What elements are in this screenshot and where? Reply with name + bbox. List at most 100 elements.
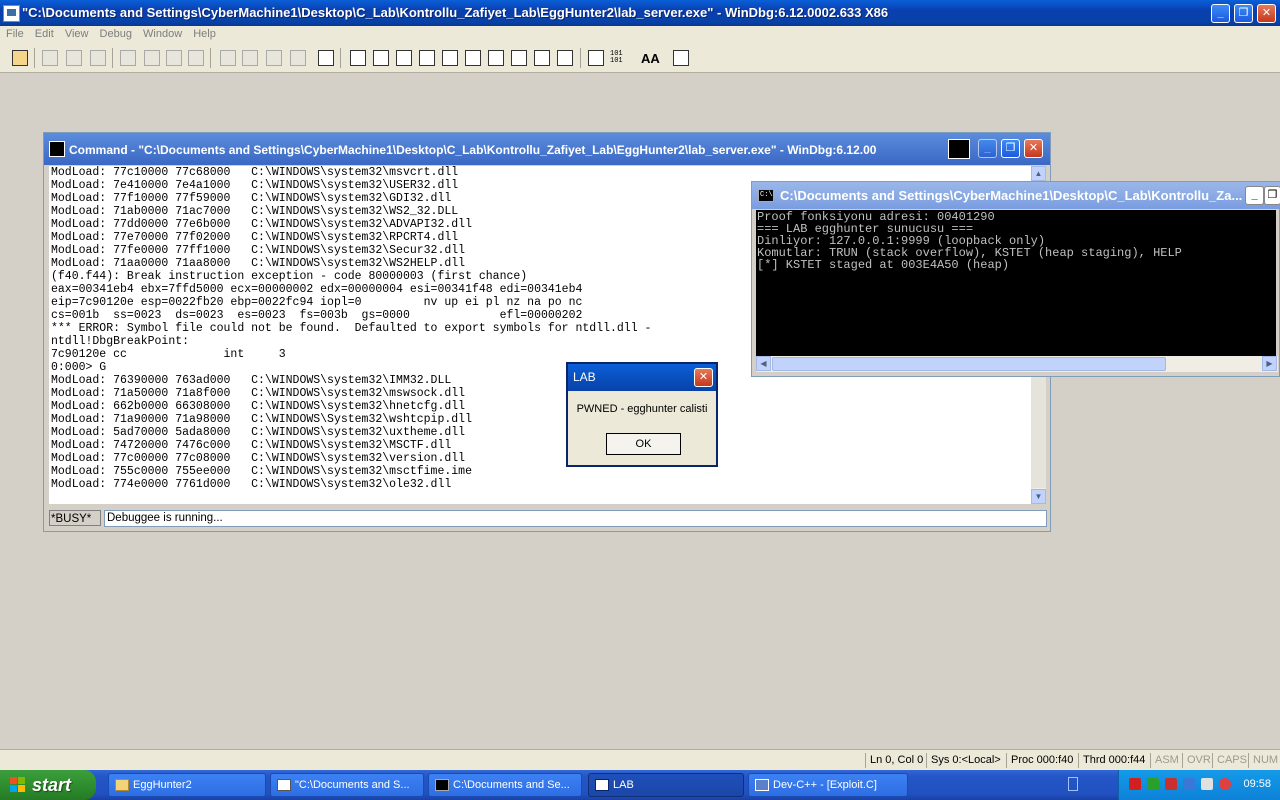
command-minimize-button[interactable]: _ [978,139,997,158]
console-minimize-button[interactable]: _ [1245,186,1264,205]
busy-indicator: *BUSY* [49,510,101,526]
registers-icon[interactable] [419,50,435,66]
status-caps: CAPS [1212,753,1247,768]
lab-dialog-title: LAB [573,370,596,384]
system-tray: 09:58 [1118,770,1280,800]
scroll-left-icon[interactable]: ◀ [756,356,771,371]
hand-icon[interactable] [318,50,334,66]
minimize-button[interactable]: _ [1211,4,1230,23]
watch-icon[interactable] [373,50,389,66]
status-line-column: Ln 0, Col 0 [865,753,923,768]
taskbar-item-label: C:\Documents and Se... [453,779,570,791]
taskbar: start EggHunter2 "C:\Documents and S... … [0,770,1280,800]
console-output[interactable]: Proof fonksiyonu adresi: 00401290 === LA… [756,210,1276,356]
console-output-text: Proof fonksiyonu adresi: 00401290 === LA… [757,210,1182,272]
toolbar-separator [210,48,211,68]
processes-icon[interactable] [534,50,550,66]
restart-icon[interactable] [144,50,160,66]
console-title-bar[interactable]: C:\ C:\Documents and Settings\CyberMachi… [752,182,1280,209]
main-title-bar[interactable]: "C:\Documents and Settings\CyberMachine1… [0,0,1280,26]
status-asm: ASM [1150,753,1179,768]
scroll-right-icon[interactable]: ▶ [1262,356,1277,371]
lab-dialog-title-bar[interactable]: LAB ✕ [568,364,716,391]
network-icon[interactable] [1147,778,1159,790]
alert-icon[interactable] [1219,778,1231,790]
break-icon[interactable] [188,50,204,66]
start-label: start [32,775,72,795]
source-window-icon[interactable] [588,50,604,66]
security-shield-icon[interactable] [1129,778,1141,790]
menu-help[interactable]: Help [187,26,216,40]
command-icon[interactable] [350,50,366,66]
menu-file[interactable]: File [0,26,24,40]
taskbar-item-label: Dev-C++ - [Exploit.C] [773,779,877,791]
console-window-title: C:\Documents and Settings\CyberMachine1\… [780,188,1243,203]
windows-logo-icon [10,777,26,793]
cut-icon[interactable] [42,50,58,66]
locals-icon[interactable] [396,50,412,66]
taskbar-item-console[interactable]: C:\Documents and Se... [428,773,582,797]
menu-window[interactable]: Window [137,26,182,40]
status-num: NUM [1248,753,1278,768]
memory-icon[interactable] [442,50,458,66]
windbg-app-icon[interactable] [3,5,20,22]
console-maximize-button[interactable]: ❐ [1264,186,1280,205]
console-window[interactable]: C:\ C:\Documents and Settings\CyberMachi… [751,181,1280,377]
status-system: Sys 0:<Local> [926,753,1001,768]
antivirus-icon[interactable] [1165,778,1177,790]
clock[interactable]: 09:58 [1243,778,1271,790]
windbg-icon [277,779,291,791]
scroll-down-icon[interactable]: ▼ [1031,489,1046,504]
call-stack-icon[interactable] [465,50,481,66]
start-button[interactable]: start [0,770,96,800]
taskbar-item-label: LAB [613,779,634,791]
hex-icon[interactable]: 101 101 [610,51,630,65]
maximize-button[interactable]: ❐ [1234,4,1253,23]
command-window-title: Command - "C:\Documents and Settings\Cyb… [69,143,877,157]
scroll-up-icon[interactable]: ▲ [1031,166,1046,181]
dock-icon[interactable] [948,139,970,159]
stop-debugging-icon[interactable] [166,50,182,66]
command-maximize-button[interactable]: ❐ [1001,139,1020,158]
disassembly-icon[interactable] [488,50,504,66]
options-icon[interactable] [673,50,689,66]
close-button[interactable]: ✕ [1257,4,1276,23]
menu-view[interactable]: View [59,26,89,40]
command-window-icon [49,141,65,157]
source-mode-icon[interactable] [557,50,573,66]
run-to-cursor-icon[interactable] [290,50,306,66]
step-into-icon[interactable] [220,50,236,66]
taskbar-item-windbg[interactable]: "C:\Documents and S... [270,773,424,797]
open-icon[interactable] [12,50,28,66]
connection-icon[interactable] [1183,778,1195,790]
menu-debug[interactable]: Debug [94,26,132,40]
command-status-row: *BUSY* Debuggee is running... [49,510,1047,528]
command-close-button[interactable]: ✕ [1024,139,1043,158]
console-horizontal-scrollbar[interactable]: ◀ ▶ [756,356,1278,372]
main-window-title: "C:\Documents and Settings\CyberMachine1… [22,5,889,20]
copy-icon[interactable] [66,50,82,66]
command-input[interactable]: Debuggee is running... [104,510,1047,527]
toolbar-separator [580,48,581,68]
ok-button[interactable]: OK [606,433,681,455]
lab-message-text: PWNED - egghunter calisti [576,403,708,415]
menu-edit[interactable]: Edit [29,26,54,40]
toolbar-separator [112,48,113,68]
lab-close-button[interactable]: ✕ [694,368,713,387]
go-icon[interactable] [120,50,136,66]
scroll-thumb[interactable] [772,357,1166,371]
safely-remove-icon[interactable] [1201,778,1213,790]
taskbar-item-label: "C:\Documents and S... [295,779,410,791]
lab-message-box[interactable]: LAB ✕ PWNED - egghunter calisti OK [566,362,718,467]
taskbar-item-lab[interactable]: LAB [588,773,744,797]
paste-icon[interactable] [90,50,106,66]
font-icon[interactable]: AA [641,51,660,66]
command-window-title-bar[interactable]: Command - "C:\Documents and Settings\Cyb… [44,133,1050,165]
taskbar-item-egghunter2[interactable]: EggHunter2 [108,773,266,797]
step-over-icon[interactable] [242,50,258,66]
step-out-icon[interactable] [266,50,282,66]
status-process: Proc 000:f40 [1006,753,1073,768]
scratch-pad-icon[interactable] [511,50,527,66]
language-icon[interactable] [1068,777,1078,791]
taskbar-item-devcpp[interactable]: Dev-C++ - [Exploit.C] [748,773,908,797]
